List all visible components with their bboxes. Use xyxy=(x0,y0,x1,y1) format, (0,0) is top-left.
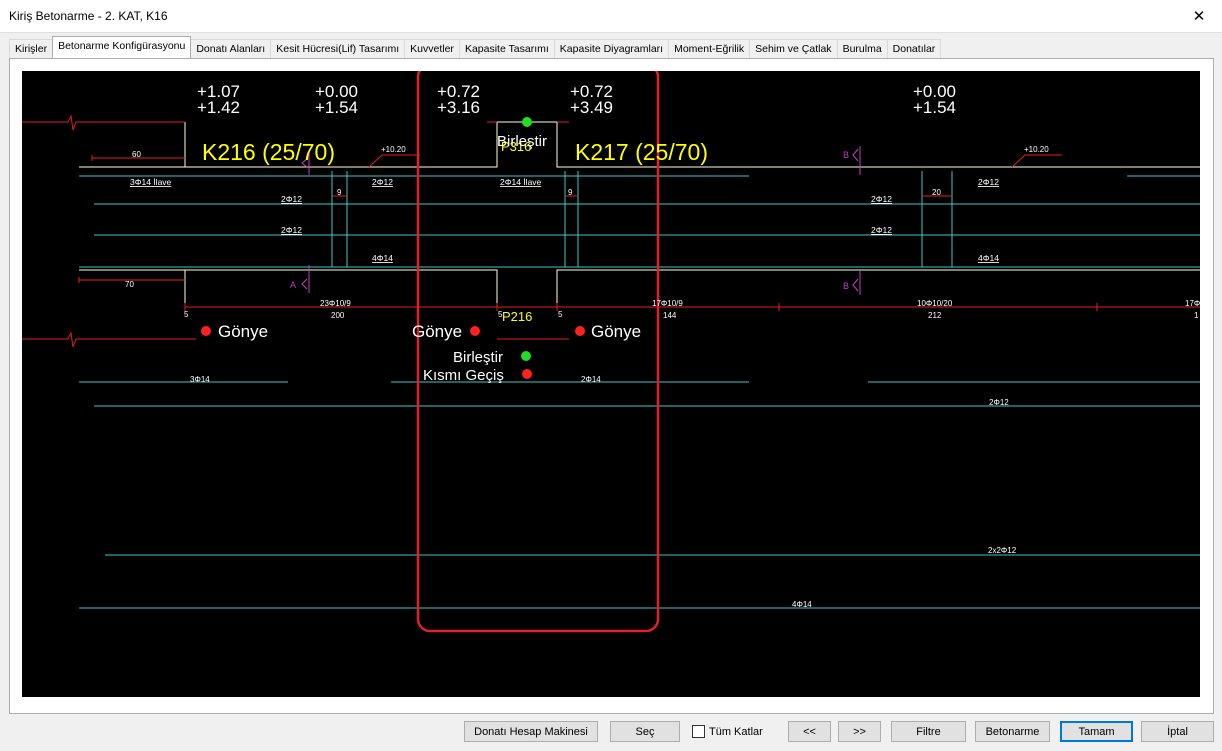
section-markers xyxy=(301,146,861,295)
birlestir-top-label[interactable]: Birleştir xyxy=(497,133,547,150)
elevation-1: +10.20 xyxy=(381,145,406,154)
tab-burulma[interactable]: Burulma xyxy=(836,39,888,58)
rebar-r4: 2Φ12 xyxy=(978,177,999,187)
tab-sehim-catlak[interactable]: Sehim ve Çatlak xyxy=(749,39,838,58)
dim-five-c: 5 xyxy=(558,310,563,319)
birlestir-bottom-dot[interactable] xyxy=(521,351,531,361)
gonye-3-label[interactable]: Gönye xyxy=(591,322,641,341)
stirrup-1: 23Φ10/9 xyxy=(320,299,351,308)
window-title: Kiriş Betonarme - 2. KAT, K16 xyxy=(9,9,168,23)
tab-moment-egrilik[interactable]: Moment-Eğrilik xyxy=(668,39,751,58)
concrete-button[interactable]: Betonarme xyxy=(975,721,1050,742)
rebar-r10: 4Φ14 xyxy=(978,253,999,263)
calculator-button[interactable]: Donatı Hesap Makinesi xyxy=(464,721,598,742)
tab-kesit-hucresi[interactable]: Kesit Hücresi(Lif) Tasarımı xyxy=(270,39,406,58)
rebar-r7: 2Φ12 xyxy=(281,225,302,235)
kismi-gecis-label[interactable]: Kısmı Geçiş xyxy=(423,367,504,384)
section-mark-b1: B xyxy=(843,150,849,160)
gonye-1-dot[interactable] xyxy=(201,326,211,336)
rebar-b4: 2x2Φ12 xyxy=(988,546,1017,555)
beam-label-k216: K216 (25/70) xyxy=(202,139,335,165)
rebar-r3: 2Φ14 İlave xyxy=(500,177,542,187)
dim-left-bottom: 70 xyxy=(125,280,134,289)
level-bottom-3: +3.16 xyxy=(437,98,480,117)
dim-five-b: 5 xyxy=(498,310,503,319)
gonye-3-dot[interactable] xyxy=(575,326,585,336)
tab-kapasite-tasarimi[interactable]: Kapasite Tasarımı xyxy=(458,39,555,58)
rebar-r2: 2Φ12 xyxy=(372,177,393,187)
select-button[interactable]: Seç xyxy=(610,721,680,742)
gonye-1-label[interactable]: Gönye xyxy=(218,322,268,341)
tab-betonarme-konfigurasyonu[interactable]: Betonarme Konfigürasyonu xyxy=(52,36,192,58)
rebar-r1: 3Φ14 İlave xyxy=(130,177,172,187)
stirrup-2: 17Φ10/9 xyxy=(652,299,683,308)
tab-strip: Kirişler Betonarme Konfigürasyonu Donatı… xyxy=(9,36,942,58)
tab-donatilar[interactable]: Donatılar xyxy=(886,39,942,58)
rebar-b3: 2Φ12 xyxy=(989,398,1009,407)
prev-button[interactable]: << xyxy=(788,721,831,742)
span-4: 1 xyxy=(1194,311,1199,320)
level-bottom-2: +1.54 xyxy=(315,98,358,117)
rebar-b5: 4Φ14 xyxy=(792,600,812,609)
elevation-2: +10.20 xyxy=(1024,145,1049,154)
level-bottom-1: +1.42 xyxy=(197,98,240,117)
level-bottom-4: +3.49 xyxy=(570,98,613,117)
drawing-canvas[interactable]: +1.07 +1.42 +0.00 +1.54 +0.72 +3.16 +0.7… xyxy=(22,71,1200,697)
stirrup-3: 10Φ10/20 xyxy=(917,299,953,308)
gonye-2-label[interactable]: Gönye xyxy=(412,322,462,341)
next-button[interactable]: >> xyxy=(838,721,881,742)
title-bar: Kiriş Betonarme - 2. KAT, K16 ✕ xyxy=(0,0,1222,33)
tab-kapasite-diyagramlari[interactable]: Kapasite Diyagramları xyxy=(553,39,670,58)
dim-left-top: 60 xyxy=(132,150,141,159)
beam-label-k217: K217 (25/70) xyxy=(575,139,708,165)
rebar-r9: 4Φ14 xyxy=(372,253,393,263)
all-floors-checkbox[interactable]: Tüm Katlar xyxy=(692,721,763,742)
kismi-gecis-dot[interactable] xyxy=(522,369,532,379)
gonye-2-dot[interactable] xyxy=(470,326,480,336)
stirrup-4: 17Φ xyxy=(1185,299,1200,308)
rebar-r6: 2Φ12 xyxy=(871,194,892,204)
span-2: 144 xyxy=(663,311,677,320)
span-3: 212 xyxy=(928,311,942,320)
dim-nine-b: 9 xyxy=(568,188,573,197)
tab-kuvvetler[interactable]: Kuvvetler xyxy=(404,39,460,58)
close-button[interactable]: ✕ xyxy=(1176,0,1222,32)
rebar-lines xyxy=(79,171,1200,609)
tab-donati-alanlari[interactable]: Donatı Alanları xyxy=(190,39,272,58)
all-floors-label: Tüm Katlar xyxy=(709,725,763,738)
rebar-b2: 2Φ14 xyxy=(581,375,601,384)
checkbox-box[interactable] xyxy=(692,725,705,738)
dim-twenty: 20 xyxy=(932,188,941,197)
rebar-r5: 2Φ12 xyxy=(281,194,302,204)
tab-kirisler[interactable]: Kirişler xyxy=(9,39,54,58)
dim-nine-a: 9 xyxy=(337,188,342,197)
cancel-button[interactable]: İptal xyxy=(1141,721,1214,742)
level-bottom-5: +1.54 xyxy=(913,98,956,117)
rebar-r8: 2Φ12 xyxy=(871,225,892,235)
span-1: 200 xyxy=(331,311,345,320)
birlestir-bottom-label[interactable]: Birleştir xyxy=(453,349,503,366)
rebar-b1: 3Φ14 xyxy=(190,375,210,384)
filter-button[interactable]: Filtre xyxy=(891,721,966,742)
section-mark-a1: A xyxy=(290,280,296,290)
column-label-lower: P216 xyxy=(502,309,532,324)
ok-button[interactable]: Tamam xyxy=(1060,721,1133,742)
dim-five-a: 5 xyxy=(184,310,189,319)
section-mark-b2: B xyxy=(843,281,849,291)
birlestir-top-dot[interactable] xyxy=(522,117,532,127)
